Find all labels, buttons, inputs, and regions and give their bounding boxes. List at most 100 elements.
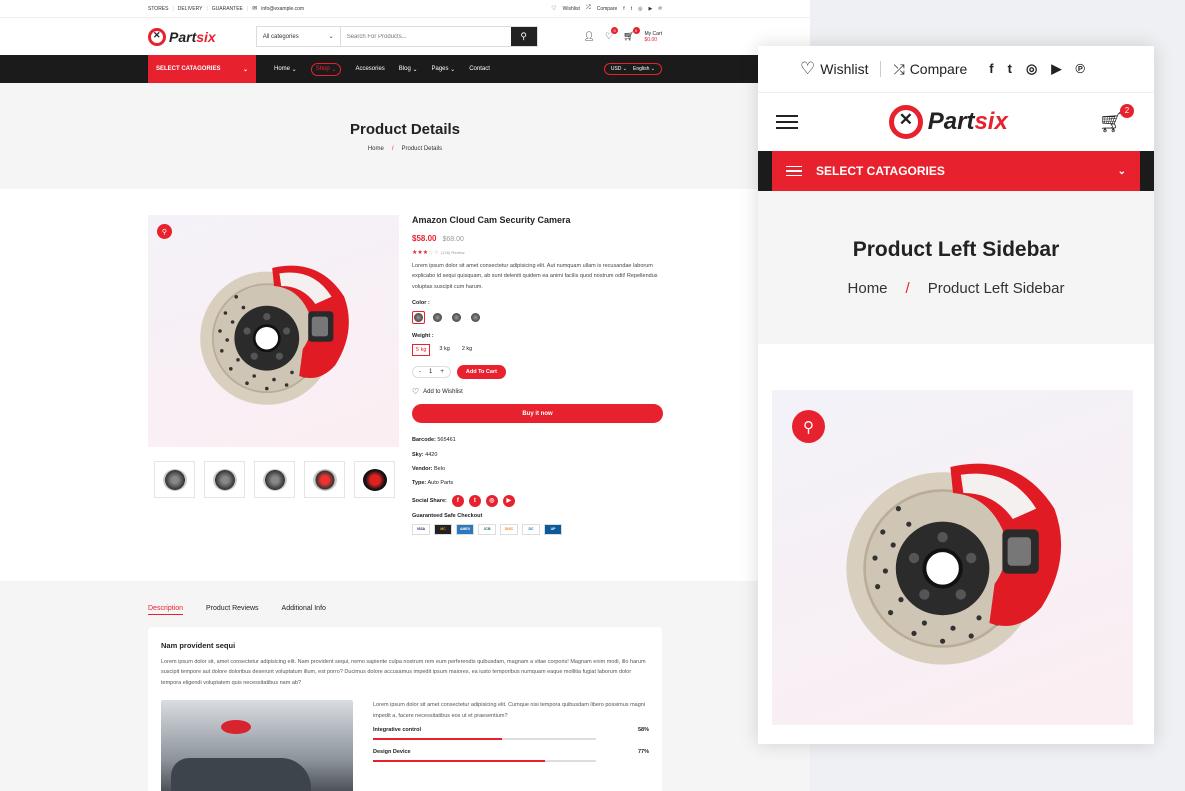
tab-additional-info[interactable]: Additional Info — [282, 605, 326, 615]
delivery-link[interactable]: DELIVERY — [178, 6, 203, 12]
user-icon[interactable]: 👤︎ — [584, 31, 595, 42]
weight-label: Weight : — [412, 333, 434, 340]
add-to-wishlist[interactable]: ♡ Add to Wishlist — [412, 387, 663, 396]
mobile-logo[interactable]: Partsix — [888, 105, 1008, 139]
nav-home[interactable]: Home ⌄ — [274, 63, 297, 76]
facebook-icon[interactable]: f — [451, 494, 464, 507]
social-share: Social Share: f t ◎ ▶ — [412, 494, 663, 507]
diners-card-icon: DC — [522, 523, 540, 535]
color-swatch-3[interactable] — [450, 311, 463, 324]
nav-pages-label: Pages — [431, 66, 449, 72]
increase-button[interactable]: + — [440, 369, 444, 375]
instagram-icon[interactable]: ◎ — [638, 6, 642, 12]
buy-now-button[interactable]: Buy it now — [412, 404, 663, 424]
nav-accesories[interactable]: Accesories — [355, 63, 384, 76]
breadcrumb-home[interactable]: Home — [368, 146, 384, 152]
zoom-icon[interactable]: ⚲ — [792, 410, 825, 443]
quantity-value[interactable]: 1 — [429, 369, 432, 375]
mobile-page-title: Product Left Sidebar — [852, 238, 1060, 261]
shuffle-icon: ⤮ — [893, 60, 905, 77]
pinterest-icon[interactable]: ℗ — [658, 6, 662, 12]
mobile-top-bar: ♡ Wishlist ⤮ Compare f t ◎ ▶ ℗ — [758, 46, 1154, 93]
currency-select[interactable]: USD ⌄ — [611, 66, 627, 72]
instagram-icon[interactable]: ◎ — [485, 494, 498, 507]
wishlist-link[interactable]: Wishlist — [563, 6, 580, 12]
progress-fill — [373, 760, 545, 763]
weight-option[interactable]: 5 kg — [412, 344, 431, 357]
discover-card-icon: DISC — [500, 523, 518, 535]
email-link[interactable]: info@example.com — [261, 6, 304, 12]
sky-value: 4420 — [425, 451, 438, 458]
nav-shop[interactable]: Shop ⌄ — [310, 62, 342, 76]
heart-icon: ♡ — [412, 387, 420, 397]
breadcrumb-home[interactable]: Home — [848, 280, 888, 297]
color-swatches — [412, 311, 663, 325]
youtube-icon[interactable]: ▶ — [1051, 61, 1061, 77]
search-input[interactable] — [340, 27, 511, 46]
tab-product-reviews[interactable]: Product Reviews — [206, 605, 259, 615]
currency-language-switch[interactable]: USD ⌄ English ⌄ — [603, 63, 662, 75]
type-value: Auto Parts — [427, 480, 454, 487]
weight-option[interactable]: 2 kg — [459, 344, 475, 356]
type-label: Type: — [412, 480, 427, 487]
nav-contact[interactable]: Contact — [469, 63, 490, 76]
review-count[interactable]: (126) Review — [441, 250, 465, 255]
mobile-product-image[interactable]: ⚲ — [772, 390, 1133, 725]
mobile-cart-button[interactable]: 🛒︎ 2 — [1099, 103, 1134, 135]
select-categories-button[interactable]: SELECT CATAGORIES ⌄ — [148, 55, 256, 83]
brake-caliper-image — [199, 265, 349, 405]
category-select-value: All categories — [262, 33, 299, 40]
thumbnail-3[interactable] — [254, 461, 295, 498]
current-price: $58.00 — [412, 234, 437, 243]
youtube-icon[interactable]: ▶ — [648, 6, 652, 12]
youtube-icon[interactable]: ▶ — [502, 494, 515, 507]
currency-value: USD — [610, 66, 622, 72]
nav-blog[interactable]: Blog ⌄ — [399, 63, 418, 76]
tab-description[interactable]: Description — [148, 605, 184, 615]
cart-button[interactable]: 🛒︎ 0 — [623, 27, 640, 42]
logo[interactable]: Partsix — [148, 27, 216, 46]
thumbnail-1[interactable] — [154, 461, 195, 498]
search-button[interactable]: ⚲ — [510, 27, 537, 46]
wishlist-button[interactable]: ♡ 0 — [605, 27, 619, 42]
facebook-icon[interactable]: f — [623, 6, 624, 12]
barcode-value: 565461 — [437, 437, 456, 444]
twitter-icon[interactable]: t — [1008, 61, 1012, 77]
weight-option[interactable]: 3 kg — [436, 344, 452, 356]
product-name: Amazon Cloud Cam Security Camera — [412, 215, 571, 225]
category-select[interactable]: All categories ⌄ — [257, 27, 341, 46]
product-main-image[interactable]: ⚲ — [148, 215, 399, 447]
pinterest-icon[interactable]: ℗ — [1075, 61, 1085, 77]
instagram-icon[interactable]: ◎ — [1026, 61, 1037, 77]
twitter-icon[interactable]: t — [468, 494, 481, 507]
product-tabs-section: Description Product Reviews Additional I… — [0, 581, 810, 791]
breadcrumb: Home / Product Details — [367, 145, 443, 152]
facebook-icon[interactable]: f — [989, 61, 993, 77]
mobile-view: ♡Wishlist ⤮Compare f t ◎ ▶ ℗ Partsix 🛒︎2… — [758, 46, 1154, 744]
tab-heading: Nam provident sequi — [161, 641, 236, 650]
color-swatch-4[interactable] — [469, 311, 482, 324]
mobile-compare-link[interactable]: ⤮ Compare — [893, 61, 967, 78]
decrease-button[interactable]: - — [419, 369, 421, 375]
stores-link[interactable]: STORES — [148, 6, 168, 12]
thumbnail-2[interactable] — [204, 461, 245, 498]
zoom-icon[interactable]: ⚲ — [157, 224, 172, 239]
language-value: English — [633, 66, 650, 72]
nav-pages[interactable]: Pages ⌄ — [432, 63, 456, 76]
heart-icon: ♡ — [551, 6, 557, 12]
hamburger-menu-icon[interactable] — [776, 115, 798, 129]
mobile-select-categories[interactable]: SELECT CATAGORIES ⌄ — [772, 151, 1140, 191]
color-swatch-1[interactable] — [412, 311, 425, 325]
unionpay-card-icon: UP — [544, 523, 562, 535]
thumbnail-4[interactable] — [304, 461, 345, 498]
twitter-icon[interactable]: t — [631, 6, 632, 12]
chevron-down-icon: ⌄ — [242, 66, 248, 73]
add-to-cart-button[interactable]: Add To Cart — [456, 365, 506, 380]
language-select[interactable]: English ⌄ — [633, 66, 655, 72]
color-swatch-2[interactable] — [431, 311, 444, 324]
guarantee-link[interactable]: GUARANTEE — [212, 6, 243, 12]
compare-link[interactable]: Compare — [597, 6, 618, 12]
thumbnail-5[interactable] — [354, 461, 395, 498]
mobile-wishlist-link[interactable]: ♡ Wishlist — [800, 59, 868, 79]
heart-icon: ♡ — [800, 59, 816, 78]
